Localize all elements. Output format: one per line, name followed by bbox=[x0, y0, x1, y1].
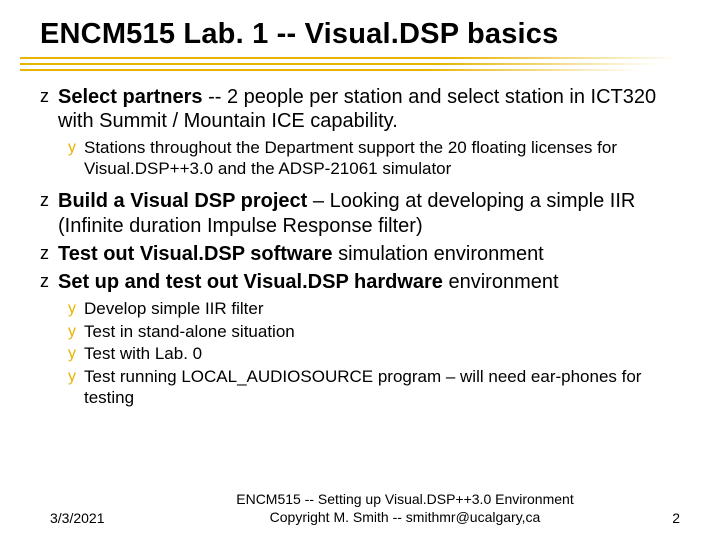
sub-bullet-icon: y bbox=[68, 299, 82, 320]
bullet-text: Build a Visual DSP project – Looking at … bbox=[58, 189, 680, 238]
footer: 3/3/2021 ENCM515 -- Setting up Visual.DS… bbox=[0, 491, 720, 526]
title-underline bbox=[20, 57, 680, 71]
sub-bullet-text: Stations throughout the Department suppo… bbox=[84, 138, 680, 179]
sub-list: y Stations throughout the Department sup… bbox=[40, 138, 680, 179]
footer-caption: ENCM515 -- Setting up Visual.DSP++3.0 En… bbox=[190, 491, 620, 526]
sub-bullet-item: y Test in stand-alone situation bbox=[68, 322, 680, 343]
bullet-item: z Set up and test out Visual.DSP hardwar… bbox=[40, 270, 680, 294]
slide-title: ENCM515 Lab. 1 -- Visual.DSP basics bbox=[40, 18, 680, 51]
bullet-item: z Test out Visual.DSP software simulatio… bbox=[40, 242, 680, 266]
footer-line2: Copyright M. Smith -- smithmr@ucalgary,c… bbox=[270, 509, 541, 525]
bullet-icon: z bbox=[40, 85, 54, 108]
sub-bullet-text: Test with Lab. 0 bbox=[84, 344, 680, 365]
bullet-item: z Build a Visual DSP project – Looking a… bbox=[40, 189, 680, 238]
sub-bullet-text: Develop simple IIR filter bbox=[84, 299, 680, 320]
sub-bullet-item: y Develop simple IIR filter bbox=[68, 299, 680, 320]
slide-body: z Select partners -- 2 people per statio… bbox=[40, 85, 680, 409]
sub-bullet-item: y Stations throughout the Department sup… bbox=[68, 138, 680, 179]
sub-bullet-icon: y bbox=[68, 322, 82, 343]
sub-list: y Develop simple IIR filter y Test in st… bbox=[40, 299, 680, 409]
bullet-icon: z bbox=[40, 270, 54, 293]
sub-bullet-icon: y bbox=[68, 367, 82, 388]
bullet-icon: z bbox=[40, 189, 54, 212]
footer-date: 3/3/2021 bbox=[50, 510, 190, 526]
slide: ENCM515 Lab. 1 -- Visual.DSP basics z Se… bbox=[0, 0, 720, 540]
sub-bullet-text: Test running LOCAL_AUDIOSOURCE program –… bbox=[84, 367, 680, 408]
bullet-text: Set up and test out Visual.DSP hardware … bbox=[58, 270, 680, 294]
footer-page-number: 2 bbox=[620, 510, 680, 526]
bullet-text: Select partners -- 2 people per station … bbox=[58, 85, 680, 134]
sub-bullet-icon: y bbox=[68, 344, 82, 365]
sub-bullet-item: y Test running LOCAL_AUDIOSOURCE program… bbox=[68, 367, 680, 408]
bullet-icon: z bbox=[40, 242, 54, 265]
sub-bullet-item: y Test with Lab. 0 bbox=[68, 344, 680, 365]
sub-bullet-icon: y bbox=[68, 138, 82, 159]
bullet-item: z Select partners -- 2 people per statio… bbox=[40, 85, 680, 134]
sub-bullet-text: Test in stand-alone situation bbox=[84, 322, 680, 343]
bullet-text: Test out Visual.DSP software simulation … bbox=[58, 242, 680, 266]
footer-line1: ENCM515 -- Setting up Visual.DSP++3.0 En… bbox=[236, 491, 573, 507]
